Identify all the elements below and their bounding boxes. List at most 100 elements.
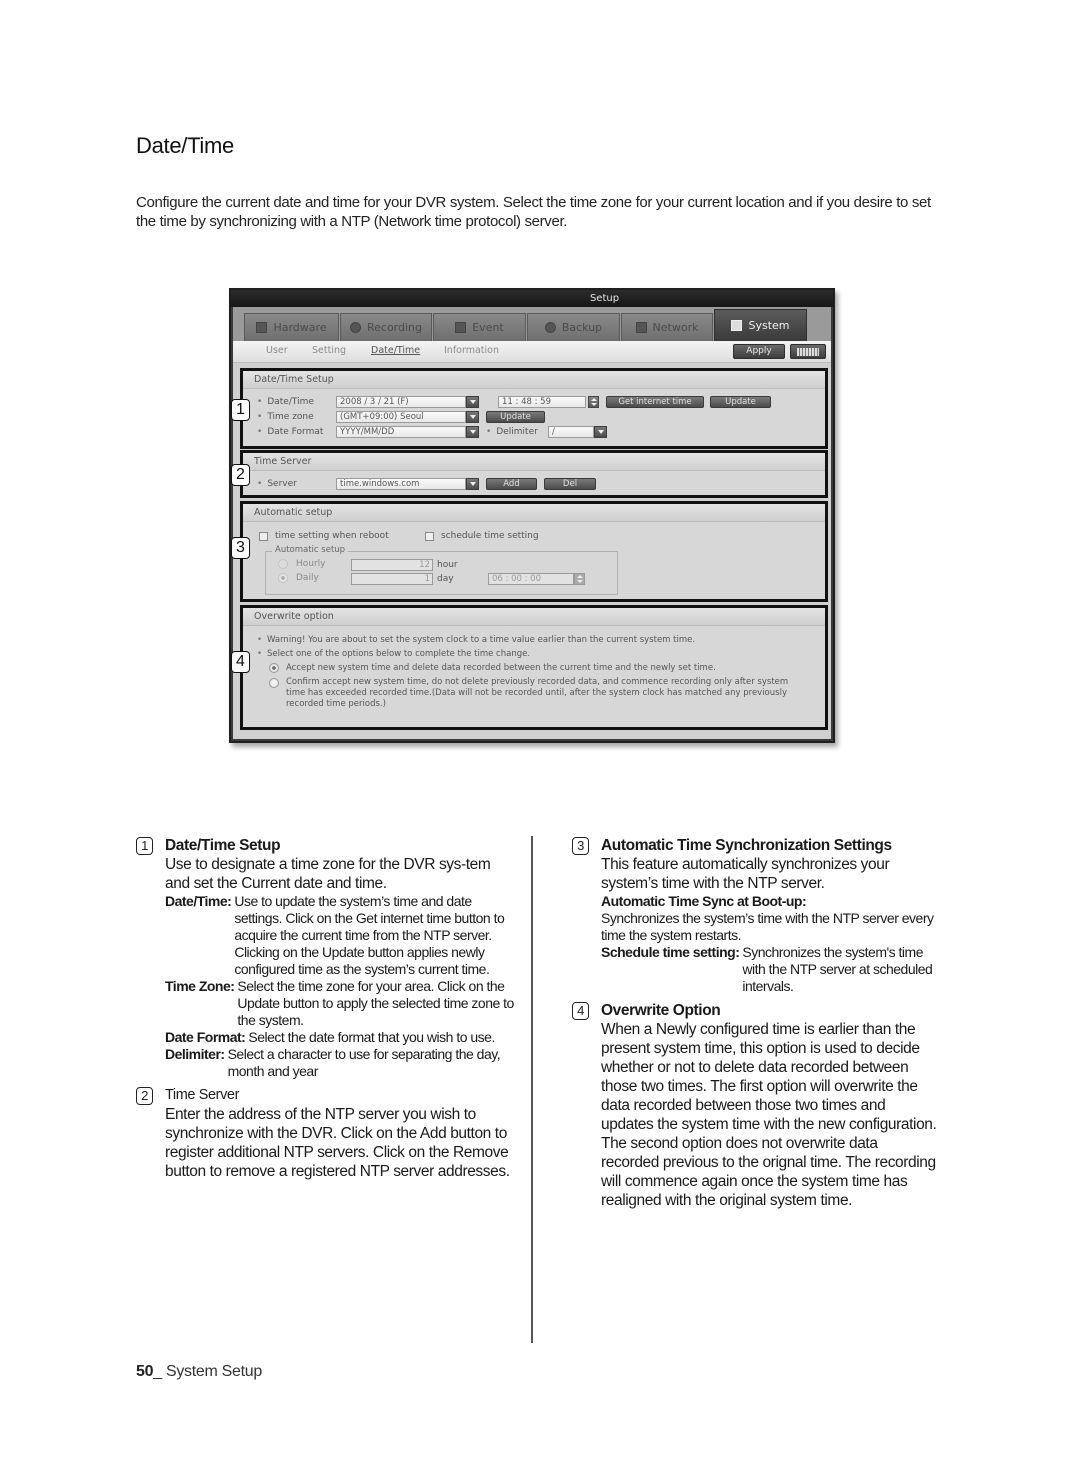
reboot-sync-label: time setting when reboot [275, 531, 389, 541]
date-format-label: Date Format [257, 427, 323, 437]
page-title: Date/Time [136, 133, 234, 158]
server-dropdown-button[interactable] [466, 478, 479, 490]
panel-time-server: Time Server Server time.windows.com Add … [240, 450, 828, 498]
subtab-setting[interactable]: Setting [312, 345, 346, 356]
automatic-setup-group: Automatic setup Hourly 12 hour Daily 1 d… [265, 545, 618, 595]
overwrite-option-2-label-line3: recorded time periods.) [286, 699, 386, 709]
hardware-icon [256, 322, 268, 333]
callout-4: 4 [231, 651, 250, 673]
time-spinner[interactable] [588, 396, 599, 408]
panel-header: Automatic setup [243, 504, 825, 522]
time-field[interactable]: 11 : 48 : 59 [498, 396, 586, 408]
keyboard-icon [797, 348, 819, 356]
date-format-dropdown-button[interactable] [466, 426, 479, 438]
section-date-time-setup: 1 Date/Time Setup Use to designate a tim… [136, 836, 516, 1080]
section-body: Use to designate a time zone for the DVR… [165, 856, 491, 892]
system-icon [731, 320, 743, 331]
tab-hardware[interactable]: Hardware [244, 313, 339, 341]
network-icon [635, 322, 647, 333]
section-number: 1 [136, 837, 153, 855]
definition-text: Select the time zone for your area. Clic… [237, 978, 514, 1028]
callout-3: 3 [231, 537, 250, 559]
definition-term: Date/Time: [165, 893, 232, 909]
tab-system[interactable]: System [714, 309, 807, 341]
overwrite-option-1-radio[interactable] [269, 663, 279, 673]
section-number: 3 [572, 837, 589, 855]
tab-label: Recording [366, 321, 423, 334]
add-server-button[interactable]: Add [486, 478, 537, 490]
get-internet-time-button[interactable]: Get internet time [606, 396, 704, 408]
tab-label: Event [472, 321, 504, 334]
backup-icon [544, 322, 556, 333]
tab-recording[interactable]: Recording [340, 313, 432, 341]
keyboard-button[interactable] [790, 344, 826, 359]
overwrite-option-2-radio[interactable] [269, 678, 279, 688]
section-title: Date/Time Setup [165, 837, 281, 854]
reboot-sync-checkbox[interactable] [259, 532, 268, 541]
callout-1: 1 [231, 399, 250, 421]
daily-time-field[interactable]: 06 : 00 : 00 [488, 573, 574, 585]
dvr-content: Date/Time Setup Date/Time 2008 / 3 / 21 … [233, 363, 831, 739]
subtab-user[interactable]: User [266, 345, 288, 356]
overwrite-warning: Warning! You are about to set the system… [257, 635, 695, 646]
section-title: Automatic Time Synchronization Settings [601, 837, 892, 854]
section-body: When a Newly configured time is earlier … [601, 1021, 937, 1209]
window-title: Setup [231, 290, 833, 307]
daily-time-spinner[interactable] [574, 573, 585, 585]
subtab-date-time[interactable]: Date/Time [371, 345, 420, 356]
tab-backup[interactable]: Backup [527, 313, 620, 341]
left-column: 1 Date/Time Setup Use to designate a tim… [136, 836, 516, 1181]
section-automatic-sync: 3 Automatic Time Synchronization Setting… [572, 836, 937, 995]
time-zone-dropdown-button[interactable] [466, 411, 479, 423]
time-zone-select[interactable]: (GMT+09:00) Seoul [336, 411, 466, 423]
schedule-sync-checkbox[interactable] [425, 532, 434, 541]
daily-radio[interactable] [278, 573, 288, 583]
del-server-button[interactable]: Del [544, 478, 596, 490]
boot-sync-text: Synchronizes the system’s time with the … [601, 910, 934, 943]
daily-interval-input[interactable]: 1 [351, 573, 433, 585]
server-input[interactable]: time.windows.com [336, 478, 466, 490]
daily-label: Daily [296, 573, 319, 583]
subtab-information[interactable]: Information [444, 345, 499, 356]
delimiter-dropdown-button[interactable] [594, 426, 607, 438]
section-title: Time Server [165, 1087, 240, 1103]
date-format-select[interactable]: YYYY/MM/DD [336, 426, 466, 438]
definition-date-format: Date Format: Select the date format that… [165, 1029, 516, 1046]
dvr-setup-window: Setup Hardware Recording Event Backup Ne… [229, 288, 835, 743]
overwrite-option-2-label-line1: Confirm accept new system time, do not d… [286, 677, 789, 687]
definition-term: Time Zone: [165, 978, 235, 994]
date-field[interactable]: 2008 / 3 / 21 (F) [336, 396, 466, 408]
date-dropdown-button[interactable] [466, 396, 479, 408]
section-time-server: 2 Time Server Enter the address of the N… [136, 1086, 516, 1181]
day-unit-label: day [437, 574, 454, 584]
main-tab-bar: Hardware Recording Event Backup Network … [233, 307, 831, 341]
definition-time-zone: Time Zone: Select the time zone for your… [165, 978, 516, 1029]
right-column: 3 Automatic Time Synchronization Setting… [572, 836, 937, 1210]
definition-text: Select the date format that you wish to … [248, 1029, 495, 1045]
section-title: Overwrite Option [601, 1002, 721, 1019]
hourly-radio[interactable] [278, 559, 288, 569]
update-datetime-button[interactable]: Update [710, 396, 771, 408]
tab-network[interactable]: Network [621, 313, 713, 341]
definition-text: Use to update the system’s time and date… [234, 893, 505, 977]
hourly-interval-input[interactable]: 12 [351, 559, 433, 571]
overwrite-option-1-label: Accept new system time and delete data r… [286, 663, 716, 673]
delimiter-label: Delimiter [486, 427, 538, 437]
definition-term: Date Format: [165, 1029, 246, 1045]
callout-2: 2 [231, 464, 250, 486]
definition-schedule: Schedule time setting: Synchronizes the … [601, 944, 937, 995]
definition-term: Delimiter: [165, 1046, 225, 1062]
overwrite-option-2-label-line2: time has exceeded recorded time.(Data wi… [286, 688, 787, 698]
update-timezone-button[interactable]: Update [486, 411, 545, 423]
time-zone-label: Time zone [257, 412, 313, 422]
definition-term: Schedule time setting: [601, 944, 740, 960]
tab-event[interactable]: Event [433, 313, 526, 341]
delimiter-select[interactable]: / [548, 426, 594, 438]
recording-icon [349, 322, 361, 333]
boot-sync-term: Automatic Time Sync at Boot-up: [601, 893, 807, 909]
column-divider [531, 836, 533, 1343]
section-number: 2 [136, 1087, 153, 1105]
tab-label: Hardware [273, 321, 327, 334]
apply-button[interactable]: Apply [733, 344, 785, 359]
intro-paragraph: Configure the current date and time for … [136, 194, 931, 230]
